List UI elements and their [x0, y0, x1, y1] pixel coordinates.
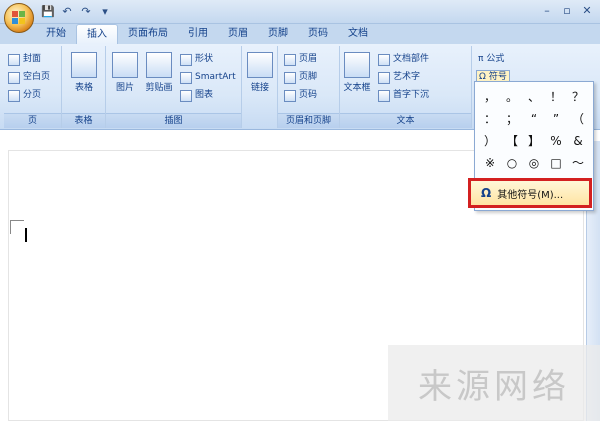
clip-art-button[interactable]: 剪贴画	[144, 52, 174, 93]
redo-icon[interactable]: ↷	[78, 4, 94, 20]
smartart-button[interactable]: SmartArt	[180, 70, 236, 85]
group-illustrations: 图片 剪贴画 形状 SmartArt 图表 插图	[106, 46, 242, 128]
ribbon-tabs: 开始 插入 页面布局 引用 页眉 页脚 页码 文档	[36, 24, 378, 44]
more-symbols-label: 其他符号(M)...	[497, 189, 564, 201]
page-break-button[interactable]: 分页	[8, 88, 41, 103]
wordart-button[interactable]: 艺术字	[378, 70, 420, 85]
group-label-text: 文本	[340, 113, 471, 128]
links-button[interactable]: 链接	[245, 52, 275, 93]
table-icon	[71, 52, 97, 78]
symbol-cell[interactable]: 、	[523, 86, 545, 108]
clip-art-icon	[146, 52, 172, 78]
symbol-cell[interactable]: ：	[479, 108, 501, 130]
symbol-cell[interactable]: 。	[501, 86, 523, 108]
chart-icon	[180, 89, 192, 102]
tab-page-layout[interactable]: 页面布局	[118, 24, 178, 44]
symbol-cell[interactable]: ○	[501, 152, 523, 174]
wordart-icon	[378, 71, 390, 84]
picture-icon	[112, 52, 138, 78]
header-icon	[284, 53, 296, 66]
symbol-cell[interactable]: &	[567, 130, 589, 152]
omega-icon: Ω	[481, 186, 492, 200]
tab-header[interactable]: 页眉	[218, 24, 258, 44]
symbol-cell[interactable]: 】	[523, 130, 545, 152]
tab-home[interactable]: 开始	[36, 24, 76, 44]
blank-page-icon	[8, 71, 20, 84]
drop-cap-icon	[378, 89, 390, 102]
margin-corner-mark	[10, 220, 24, 234]
tab-footer[interactable]: 页脚	[258, 24, 298, 44]
tab-insert[interactable]: 插入	[76, 24, 118, 44]
footer-button[interactable]: 页脚	[284, 70, 317, 85]
page-break-icon	[8, 89, 20, 102]
symbol-cell[interactable]: （	[567, 108, 589, 130]
quick-access-toolbar: 💾 ↶ ↷ ▾	[40, 4, 113, 20]
tab-page-number[interactable]: 页码	[298, 24, 338, 44]
group-label-pages: 页	[4, 113, 61, 128]
page-number-button[interactable]: 页码	[284, 88, 317, 103]
symbol-cell[interactable]: ”	[545, 108, 567, 130]
symbol-grid: ， 。 、 ！ ？ ： ； “ ” （ ） 【 】 % & ※ ○ ◎ □ ～	[479, 86, 589, 174]
footer-icon	[284, 71, 296, 84]
symbol-cell[interactable]: ？	[567, 86, 589, 108]
group-header-footer: 页眉 页脚 页码 页眉和页脚	[278, 46, 340, 128]
title-bar: 💾 ↶ ↷ ▾ – ▫ ✕	[0, 0, 600, 24]
symbol-cell[interactable]: ◎	[523, 152, 545, 174]
watermark-text: 来源网络	[418, 366, 570, 407]
more-symbols-menu-item[interactable]: Ω 其他符号(M)...	[468, 178, 592, 208]
page-number-icon	[284, 89, 296, 102]
symbol-cell[interactable]: ，	[479, 86, 501, 108]
cover-page-button[interactable]: 封面	[8, 52, 41, 67]
group-label-tables: 表格	[62, 113, 105, 128]
symbol-cell[interactable]: %	[545, 130, 567, 152]
close-button[interactable]: ✕	[578, 3, 596, 19]
symbol-cell[interactable]: ）	[479, 130, 501, 152]
office-logo-icon	[12, 11, 26, 25]
symbol-cell[interactable]: ；	[501, 108, 523, 130]
blank-page-button[interactable]: 空白页	[8, 70, 50, 85]
qat-more-icon[interactable]: ▾	[97, 4, 113, 20]
group-pages: 封面 空白页 分页 页	[4, 46, 62, 128]
text-box-icon	[344, 52, 370, 78]
restore-button[interactable]: ▫	[558, 3, 576, 19]
undo-icon[interactable]: ↶	[59, 4, 75, 20]
tab-document[interactable]: 文档	[338, 24, 378, 44]
shapes-icon	[180, 53, 192, 66]
cover-page-icon	[8, 53, 20, 66]
symbol-cell[interactable]: □	[545, 152, 567, 174]
tab-references[interactable]: 引用	[178, 24, 218, 44]
watermark: 来源网络	[388, 345, 600, 421]
symbol-cell[interactable]: ～	[567, 152, 589, 174]
office-button[interactable]	[4, 3, 34, 33]
group-label-header-footer: 页眉和页脚	[278, 113, 339, 128]
globe-icon	[247, 52, 273, 78]
equation-button[interactable]: π 公式	[478, 52, 504, 67]
text-box-button[interactable]: 文本框	[342, 52, 372, 93]
header-button[interactable]: 页眉	[284, 52, 317, 67]
group-tables: 表格 表格	[62, 46, 106, 128]
shapes-button[interactable]: 形状	[180, 52, 213, 67]
group-label-illustrations: 插图	[106, 113, 241, 128]
symbol-cell[interactable]: 【	[501, 130, 523, 152]
save-icon[interactable]: 💾	[40, 4, 56, 20]
text-cursor	[25, 228, 27, 242]
table-button[interactable]: 表格	[69, 52, 99, 93]
quick-parts-button[interactable]: 文档部件	[378, 52, 429, 67]
smartart-icon	[180, 71, 192, 84]
minimize-button[interactable]: –	[538, 3, 556, 19]
group-links: 链接	[242, 46, 278, 128]
window-controls: – ▫ ✕	[538, 3, 596, 19]
quick-parts-icon	[378, 53, 390, 66]
drop-cap-button[interactable]: 首字下沉	[378, 88, 429, 103]
symbol-cell[interactable]: “	[523, 108, 545, 130]
group-text: 文本框 文档部件 艺术字 首字下沉 文本	[340, 46, 472, 128]
pi-icon: π	[478, 54, 484, 64]
symbol-cell[interactable]: ※	[479, 152, 501, 174]
symbol-cell[interactable]: ！	[545, 86, 567, 108]
chart-button[interactable]: 图表	[180, 88, 213, 103]
picture-button[interactable]: 图片	[110, 52, 140, 93]
